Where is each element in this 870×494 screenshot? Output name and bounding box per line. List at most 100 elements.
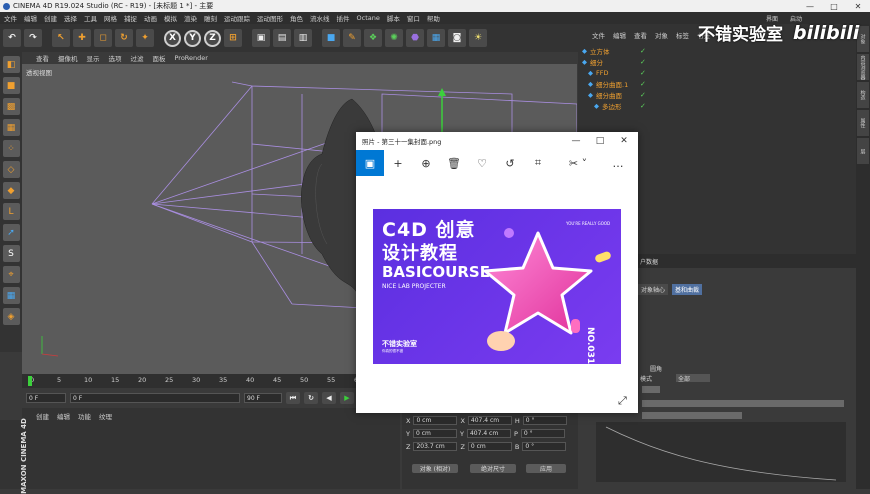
tweak-icon[interactable]: ➚	[2, 224, 20, 241]
object-row[interactable]: ◆ 细分 ✓	[582, 57, 646, 67]
enabled-check-icon[interactable]: ✓	[640, 58, 646, 66]
z-axis-button[interactable]: Z	[204, 29, 221, 47]
rotation-field[interactable]: 0 °	[520, 429, 565, 438]
viewport-menu-item[interactable]: 摄像机	[58, 53, 78, 63]
axis-mode-icon[interactable]: L	[2, 203, 20, 220]
grid-icon[interactable]: ▦	[2, 287, 20, 304]
menu-item[interactable]: 模拟	[164, 13, 177, 23]
spline-graph[interactable]	[596, 422, 846, 482]
object-menu-item[interactable]: 文件	[592, 30, 605, 40]
light-icon[interactable]: ☀	[469, 29, 487, 47]
object-row[interactable]: ◆ 立方体 ✓	[582, 46, 646, 56]
object-row[interactable]: ◆ 多边形 ✓	[594, 101, 646, 111]
model-mode-icon[interactable]: ■	[2, 77, 20, 94]
position-field[interactable]: 0 cm	[412, 429, 457, 438]
position-field[interactable]: 203.7 cm	[413, 442, 458, 451]
live-select-icon[interactable]: ↖	[52, 29, 70, 47]
play-icon[interactable]: ▶	[340, 392, 354, 404]
subdivision-icon[interactable]: ❖	[364, 29, 382, 47]
enabled-check-icon[interactable]: ✓	[640, 91, 646, 99]
undo-button[interactable]: ↶	[3, 29, 21, 47]
menu-item[interactable]: 网格	[104, 13, 117, 23]
material-menu-item[interactable]: 纹理	[99, 411, 112, 421]
edit-icon[interactable]: ✂ ˅	[552, 150, 604, 176]
menu-item[interactable]: Octane	[357, 14, 380, 22]
end-frame-field[interactable]: 90 F	[244, 393, 282, 403]
menu-item[interactable]: 脚本	[387, 13, 400, 23]
start-frame-field[interactable]: 0 F	[26, 393, 66, 403]
menu-item[interactable]: 插件	[337, 13, 350, 23]
menu-item[interactable]: 文件	[4, 13, 17, 23]
crop-icon[interactable]: ⌗	[524, 150, 552, 176]
object-menu-item[interactable]: 编辑	[613, 30, 626, 40]
menu-item[interactable]: 运动跟踪	[224, 13, 250, 23]
snap-icon[interactable]: S	[2, 245, 20, 262]
symmetry-icon[interactable]: ◈	[2, 308, 20, 325]
mode-dropdown[interactable]: 对象 (相对)	[412, 464, 458, 473]
lock-workplane-icon[interactable]: ⌖	[2, 266, 20, 283]
object-menu-item[interactable]: 查看	[634, 30, 647, 40]
zoom-icon[interactable]: ⊕	[412, 150, 440, 176]
menu-item[interactable]: 选择	[64, 13, 77, 23]
object-menu-item[interactable]: 标签	[676, 30, 689, 40]
viewport-menu-item[interactable]: 查看	[36, 53, 49, 63]
camera-icon[interactable]: ◙	[448, 29, 466, 47]
size-mode-dropdown[interactable]: 绝对尺寸	[470, 464, 516, 473]
right-tab[interactable]: 属性	[857, 110, 869, 136]
object-row[interactable]: ◆ FFD ✓	[588, 68, 646, 78]
render-picture-viewer-icon[interactable]: ▤	[273, 29, 291, 47]
add-icon[interactable]: +	[384, 150, 412, 176]
array-icon[interactable]: ✺	[385, 29, 403, 47]
rotate-icon[interactable]: ↺	[496, 150, 524, 176]
viewport-menu-item[interactable]: 显示	[87, 53, 100, 63]
scale-icon[interactable]: ◻	[94, 29, 112, 47]
rotate-icon[interactable]: ↻	[115, 29, 133, 47]
size-field[interactable]: 407.4 cm	[467, 416, 512, 425]
attr-slider[interactable]	[642, 386, 660, 393]
menu-item[interactable]: 编辑	[24, 13, 37, 23]
enabled-check-icon[interactable]: ✓	[640, 69, 646, 77]
pen-icon[interactable]: ✎	[343, 29, 361, 47]
menu-item[interactable]: 捕捉	[124, 13, 137, 23]
photos-maximize-button[interactable]: □	[588, 132, 612, 150]
view-image-icon[interactable]: ▣	[356, 150, 384, 176]
object-menu-item[interactable]: 对象	[655, 30, 668, 40]
enabled-check-icon[interactable]: ✓	[640, 102, 646, 110]
attr-slider[interactable]	[642, 400, 844, 407]
more-icon[interactable]: …	[604, 150, 632, 176]
deformer-icon[interactable]: ⬣	[406, 29, 424, 47]
recent-tool-icon[interactable]: ✦	[136, 29, 154, 47]
go-to-start-icon[interactable]: ⏮	[286, 392, 300, 404]
render-settings-icon[interactable]: ▥	[294, 29, 312, 47]
viewport-menu-item[interactable]: 过滤	[131, 53, 144, 63]
rotation-field[interactable]: 0 °	[522, 442, 567, 451]
size-field[interactable]: 0 cm	[467, 442, 512, 451]
object-row[interactable]: ◆ 细分曲面 ✓	[588, 90, 646, 100]
coordinate-system-icon[interactable]: ⊞	[224, 29, 242, 47]
menu-item[interactable]: 窗口	[407, 13, 420, 23]
material-menu-item[interactable]: 编辑	[57, 411, 70, 421]
x-axis-button[interactable]: X	[164, 29, 181, 47]
favorite-icon[interactable]: ♡	[468, 150, 496, 176]
menu-item[interactable]: 创建	[44, 13, 57, 23]
polygons-mode-icon[interactable]: ◆	[2, 182, 20, 199]
size-field[interactable]: 407.4 cm	[466, 429, 511, 438]
photos-close-button[interactable]: ✕	[612, 132, 636, 150]
menu-item[interactable]: 角色	[290, 13, 303, 23]
position-field[interactable]: 0 cm	[413, 416, 458, 425]
current-frame-field[interactable]: 0 F	[70, 393, 240, 403]
floor-icon[interactable]: ▦	[427, 29, 445, 47]
edges-mode-icon[interactable]: ◇	[2, 161, 20, 178]
playhead[interactable]	[28, 376, 32, 386]
y-axis-button[interactable]: Y	[184, 29, 201, 47]
loop-icon[interactable]: ↻	[304, 392, 318, 404]
right-tab[interactable]: 内容浏览器	[857, 54, 869, 80]
attribute-tab[interactable]: 对象轴心	[638, 284, 669, 295]
cube-icon[interactable]: ■	[322, 29, 340, 47]
right-tab[interactable]: 构造	[857, 82, 869, 108]
apply-button[interactable]: 应用	[526, 464, 566, 473]
menu-item[interactable]: 渲染	[184, 13, 197, 23]
maximize-button[interactable]: □	[822, 0, 846, 12]
menu-item[interactable]: 动画	[144, 13, 157, 23]
menu-item[interactable]: 帮助	[427, 13, 440, 23]
